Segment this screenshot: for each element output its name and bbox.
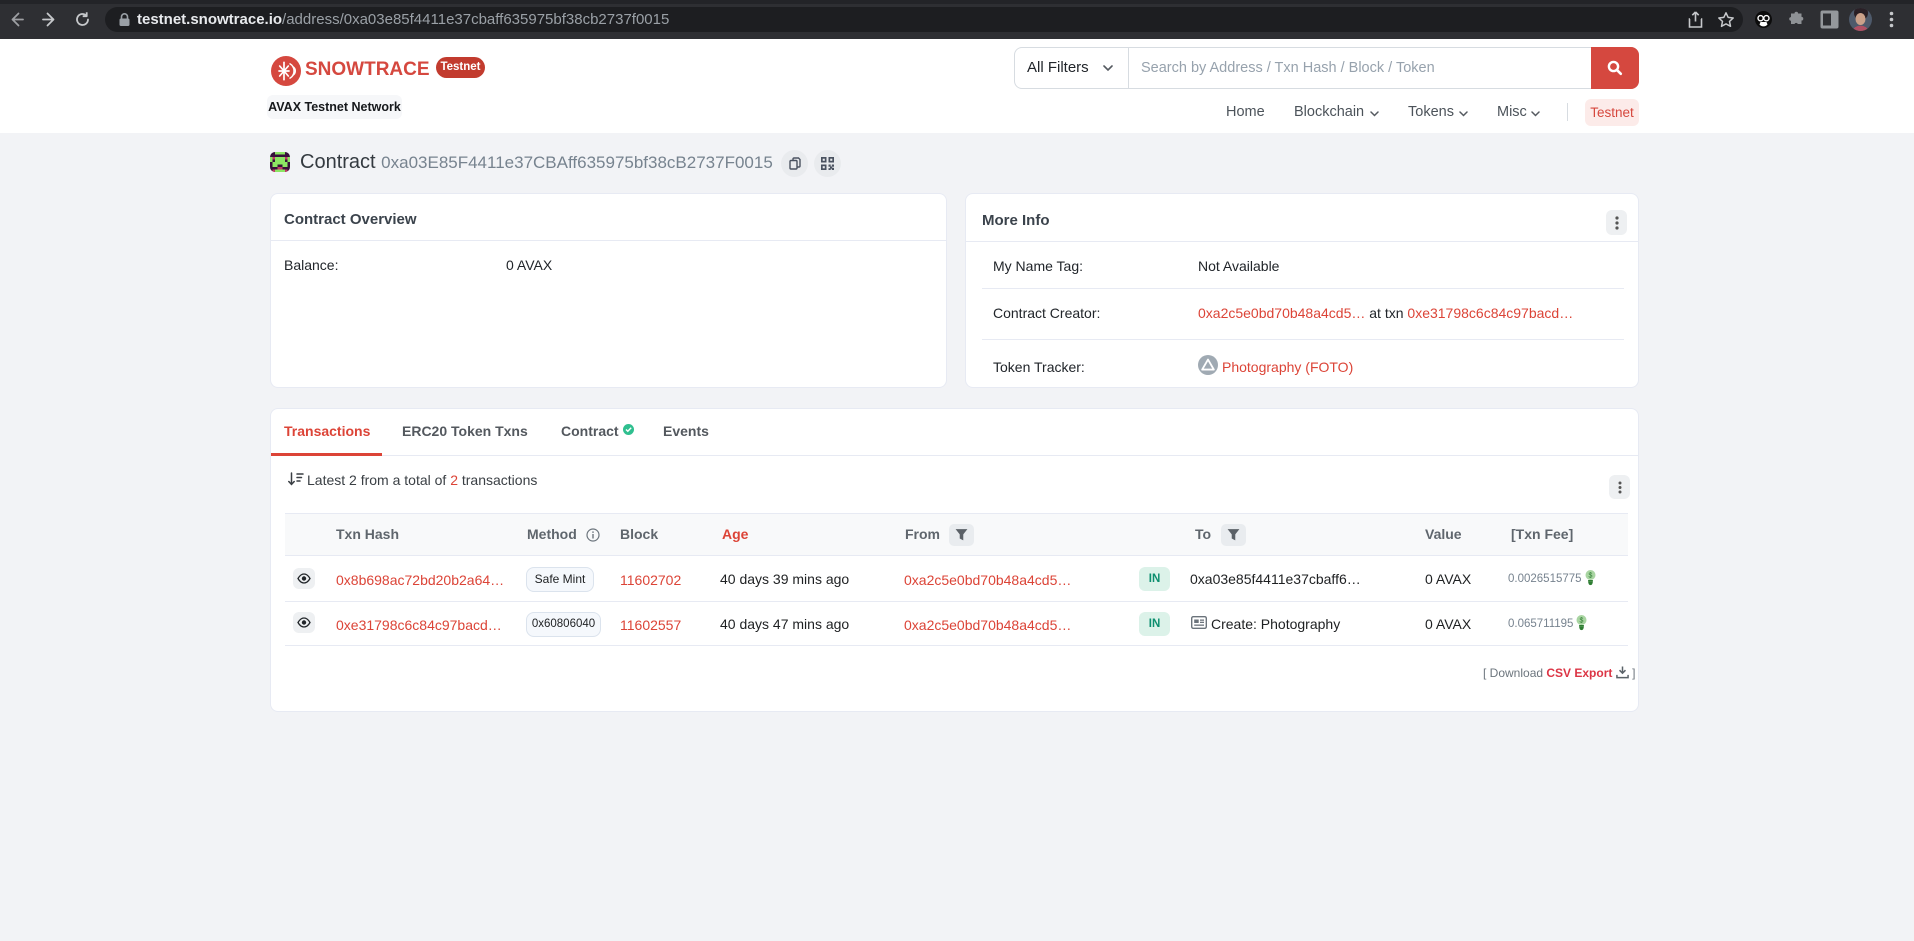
svg-text:$: $	[1580, 618, 1584, 625]
svg-text:$: $	[1589, 573, 1593, 580]
